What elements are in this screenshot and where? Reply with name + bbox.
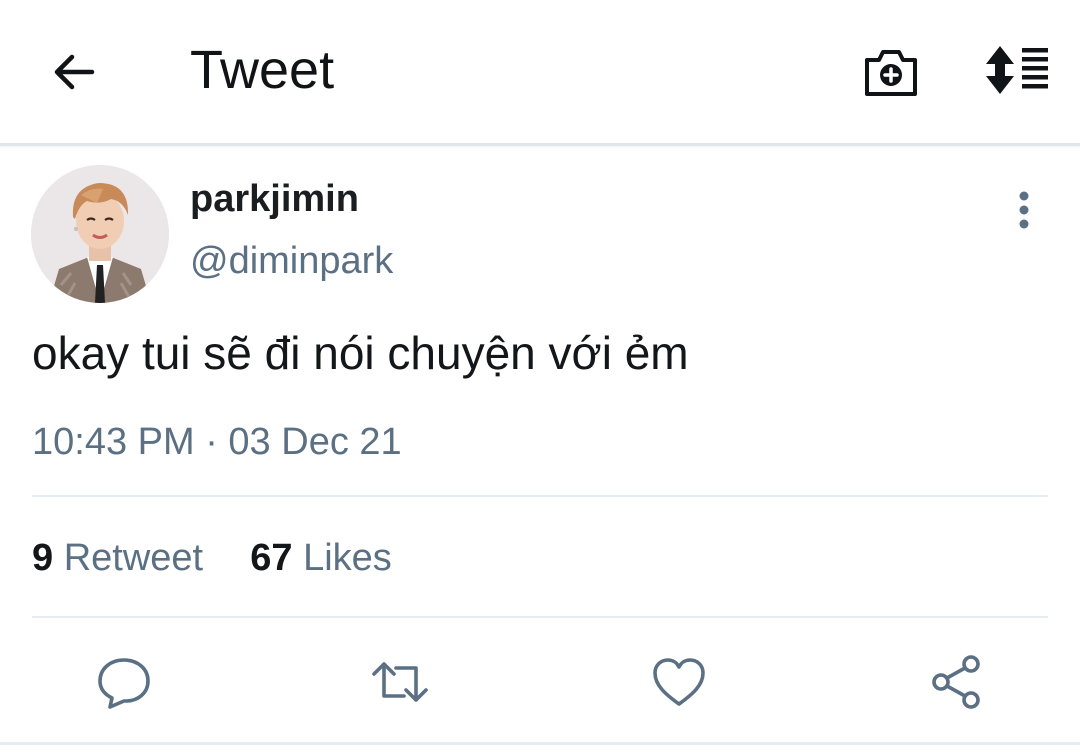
user-handle[interactable]: @diminpark xyxy=(190,238,393,284)
retweet-stat[interactable]: 9 Retweet xyxy=(32,534,203,582)
more-vertical-icon xyxy=(1019,191,1029,229)
retweet-button[interactable] xyxy=(370,652,430,712)
retweet-count: 9 xyxy=(32,537,54,579)
camera-plus-icon xyxy=(865,50,917,96)
back-button[interactable] xyxy=(50,48,98,96)
display-name[interactable]: parkjimin xyxy=(190,176,359,222)
reply-button[interactable] xyxy=(94,652,154,712)
likes-label: Likes xyxy=(303,537,392,579)
reply-icon xyxy=(98,658,150,709)
avatar[interactable] xyxy=(31,165,169,303)
divider xyxy=(32,495,1048,497)
profile-photo xyxy=(31,165,169,303)
retweet-icon xyxy=(372,662,428,702)
page-title: Tweet xyxy=(190,40,335,100)
arrow-left-icon xyxy=(54,54,95,90)
share-button[interactable] xyxy=(927,652,987,712)
retweet-label: Retweet xyxy=(63,537,204,579)
tweet-stats: 9 Retweet 67 Likes xyxy=(32,534,392,582)
camera-button[interactable] xyxy=(862,42,920,100)
likes-stat[interactable]: 67 Likes xyxy=(250,534,392,582)
like-button[interactable] xyxy=(649,652,709,712)
bottom-divider xyxy=(0,742,1080,745)
sort-list-icon xyxy=(986,46,1048,94)
top-app-bar: Tweet xyxy=(0,0,1080,146)
tweet-text: okay tui sẽ đi nói chuyện với ẻm xyxy=(32,327,689,379)
share-icon xyxy=(932,655,980,709)
likes-count: 67 xyxy=(250,537,293,579)
sort-button[interactable] xyxy=(984,44,1050,96)
more-options-button[interactable] xyxy=(1004,186,1044,234)
tweet-timestamp: 10:43 PM · 03 Dec 21 xyxy=(32,421,402,463)
like-icon xyxy=(653,658,705,706)
divider xyxy=(32,616,1048,618)
